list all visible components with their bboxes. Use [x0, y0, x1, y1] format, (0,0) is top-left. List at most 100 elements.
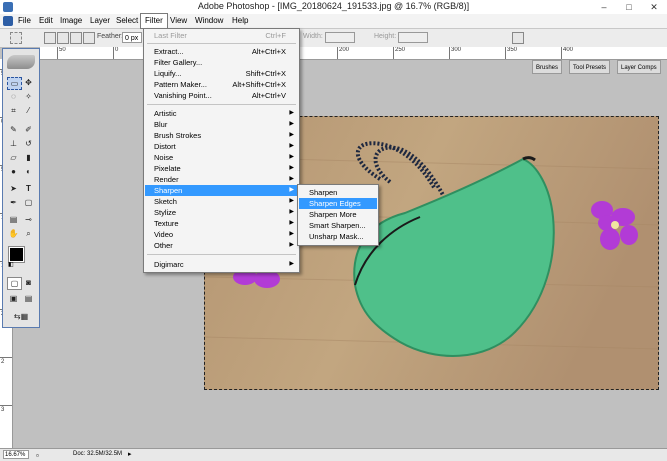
- zoom-tool-icon[interactable]: ⌕: [22, 228, 35, 239]
- menu-item-texture[interactable]: Texture ▶: [145, 218, 298, 229]
- pen-tool-icon[interactable]: ✒: [7, 197, 20, 208]
- menu-item-sketch[interactable]: Sketch ▶: [145, 196, 298, 207]
- submenu-item-sharpen-more[interactable]: Sharpen More: [299, 209, 377, 220]
- menu-item-video[interactable]: Video ▶: [145, 229, 298, 240]
- menu-item-other[interactable]: Other ▶: [145, 240, 298, 251]
- status-bar: 16.67% ▫ Doc: 32.5M/32.5M ▸: [0, 448, 667, 461]
- menu-item-stylize[interactable]: Stylize ▶: [145, 207, 298, 218]
- subtract-selection-icon[interactable]: [70, 32, 82, 44]
- menu-item-digimarc[interactable]: Digimarc ▶: [145, 259, 298, 270]
- dodge-tool-icon[interactable]: ◐: [22, 166, 35, 177]
- brush-tool-icon[interactable]: ✐: [22, 124, 35, 135]
- menu-item-artistic[interactable]: Artistic ▶: [145, 108, 298, 119]
- menu-item-extract[interactable]: Extract... Alt+Ctrl+X: [145, 46, 298, 57]
- menu-item-brush-strokes[interactable]: Brush Strokes ▶: [145, 130, 298, 141]
- ruler-label: 50: [59, 47, 66, 53]
- history-brush-tool-icon[interactable]: ↺: [22, 138, 35, 149]
- move-tool-icon[interactable]: ✥: [22, 77, 35, 88]
- marquee-tool-preset-icon[interactable]: [10, 32, 22, 44]
- palette-well-icon[interactable]: [512, 32, 524, 44]
- submenu-arrow-icon: ▶: [289, 110, 294, 116]
- menu-item-render[interactable]: Render ▶: [145, 174, 298, 185]
- submenu-arrow-icon: ▶: [289, 121, 294, 127]
- submenu-item-smart-sharpen[interactable]: Smart Sharpen...: [299, 220, 377, 231]
- menu-item-sharpen[interactable]: Sharpen ▶: [145, 185, 298, 196]
- width-input[interactable]: [325, 32, 355, 43]
- menu-edit[interactable]: Edit: [35, 14, 57, 28]
- gradient-tool-icon[interactable]: ▮: [22, 152, 35, 163]
- marquee-tool-icon[interactable]: ▭: [7, 77, 22, 90]
- type-tool-icon[interactable]: T: [22, 183, 35, 194]
- options-bar: Feather: 0 px Width: Height: Brushes Too…: [0, 29, 667, 74]
- jump-to-imageready-icon[interactable]: ⇆▦: [7, 311, 35, 322]
- notes-tool-icon[interactable]: ▤: [7, 214, 20, 225]
- ps-logo-icon[interactable]: [3, 16, 13, 26]
- standard-mode-icon[interactable]: ▢: [7, 277, 22, 290]
- menu-file[interactable]: File: [14, 14, 35, 28]
- default-colors-icon[interactable]: ◧: [8, 261, 14, 268]
- menu-item-liquify[interactable]: Liquify... Shift+Ctrl+X: [145, 68, 298, 79]
- menu-item-noise[interactable]: Noise ▶: [145, 152, 298, 163]
- blur-tool-icon[interactable]: ●: [7, 166, 20, 177]
- submenu-item-unsharp-mask[interactable]: Unsharp Mask...: [299, 231, 377, 242]
- path-selection-tool-icon[interactable]: ➤: [7, 183, 20, 194]
- menu-select[interactable]: Select: [112, 14, 142, 28]
- menu-item-distort[interactable]: Distort ▶: [145, 141, 298, 152]
- screen-mode-standard-icon[interactable]: ▣: [7, 293, 20, 304]
- eyedropper-tool-icon[interactable]: ⊸: [22, 214, 35, 225]
- shape-tool-icon[interactable]: ▢: [22, 197, 35, 208]
- feather-input[interactable]: 0 px: [122, 32, 142, 43]
- zoom-level-field[interactable]: 16.67%: [3, 450, 29, 459]
- menu-item-pixelate[interactable]: Pixelate ▶: [145, 163, 298, 174]
- clone-stamp-tool-icon[interactable]: ⊥: [7, 138, 20, 149]
- menu-layer[interactable]: Layer: [86, 14, 114, 28]
- eraser-tool-icon[interactable]: ▱: [7, 152, 20, 163]
- feather-label: Feather:: [97, 33, 124, 40]
- menu-image[interactable]: Image: [56, 14, 86, 28]
- screen-mode-full-icon[interactable]: ▤: [22, 293, 35, 304]
- slice-tool-icon[interactable]: ⁄: [22, 105, 35, 116]
- ruler-label: 200: [339, 47, 350, 53]
- submenu-arrow-icon: ▶: [289, 132, 294, 138]
- sharpen-submenu: Sharpen Sharpen Edges Sharpen More Smart…: [297, 184, 379, 246]
- menu-view[interactable]: View: [166, 14, 191, 28]
- quick-mask-mode-icon[interactable]: ◙: [22, 277, 35, 288]
- window-title: Adobe Photoshop - [IMG_20180624_191533.j…: [197, 1, 470, 11]
- menu-window[interactable]: Window: [191, 14, 227, 28]
- submenu-arrow-icon: ▶: [289, 143, 294, 149]
- submenu-arrow-icon: ▶: [289, 154, 294, 160]
- lasso-tool-icon[interactable]: ◌: [7, 91, 20, 102]
- submenu-item-sharpen[interactable]: Sharpen: [299, 187, 377, 198]
- maximize-button[interactable]: □: [618, 0, 640, 14]
- status-menu-arrow-icon[interactable]: ▸: [128, 450, 132, 458]
- intersect-selection-icon[interactable]: [83, 32, 95, 44]
- status-info-icon: ▫: [36, 451, 39, 460]
- toolbox: ▭ ✥ ◌ ✧ ⌗ ⁄ ✎ ✐ ⊥ ↺ ▱ ▮ ● ◐ ➤ T ✒ ▢ ▤ ⊸ …: [2, 48, 40, 328]
- ruler-label: 0: [115, 47, 119, 53]
- foreground-color-swatch[interactable]: [8, 246, 25, 263]
- submenu-arrow-icon: ▶: [289, 220, 294, 226]
- menu-filter[interactable]: Filter: [140, 13, 168, 29]
- submenu-item-sharpen-edges[interactable]: Sharpen Edges: [299, 198, 377, 209]
- ruler-label: 300: [451, 47, 462, 53]
- tab-layer-comps[interactable]: Layer Comps: [617, 60, 661, 74]
- menu-item-vanishing-point[interactable]: Vanishing Point... Alt+Ctrl+V: [145, 90, 298, 101]
- crop-tool-icon[interactable]: ⌗: [7, 105, 20, 116]
- menu-help[interactable]: Help: [228, 14, 252, 28]
- close-button[interactable]: ✕: [643, 0, 665, 14]
- menu-separator: [147, 104, 296, 105]
- menu-item-pattern-maker[interactable]: Pattern Maker... Alt+Shift+Ctrl+X: [145, 79, 298, 90]
- hand-tool-icon[interactable]: ✋: [7, 228, 20, 239]
- submenu-arrow-icon: ▶: [289, 231, 294, 237]
- document-size: Doc: 32.5M/32.5M: [73, 451, 123, 457]
- menu-item-blur[interactable]: Blur ▶: [145, 119, 298, 130]
- minimize-button[interactable]: –: [593, 0, 615, 14]
- add-selection-icon[interactable]: [57, 32, 69, 44]
- tab-brushes[interactable]: Brushes: [532, 60, 563, 74]
- menu-item-filter-gallery[interactable]: Filter Gallery...: [145, 57, 298, 68]
- healing-brush-tool-icon[interactable]: ✎: [7, 124, 20, 135]
- tab-tool-presets[interactable]: Tool Presets: [569, 60, 611, 74]
- magic-wand-tool-icon[interactable]: ✧: [22, 91, 35, 102]
- new-selection-icon[interactable]: [44, 32, 56, 44]
- height-input[interactable]: [398, 32, 428, 43]
